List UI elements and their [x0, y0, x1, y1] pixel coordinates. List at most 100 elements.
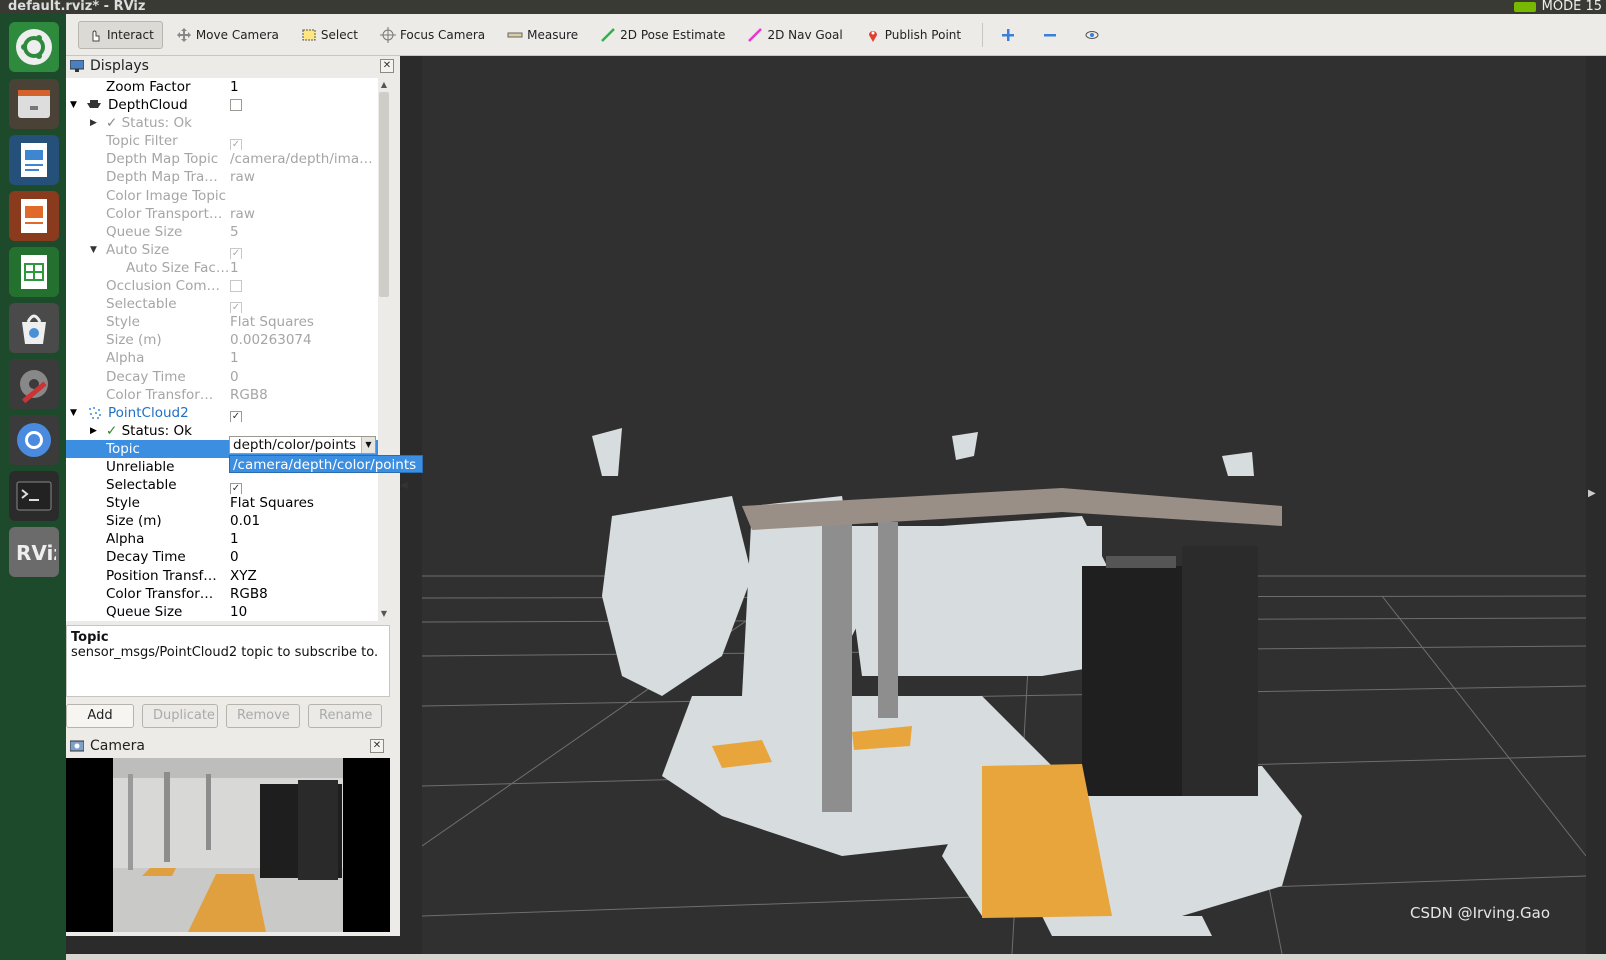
focus-camera-tool-button[interactable]: Focus Camera — [371, 21, 494, 49]
tree-row[interactable]: Color Image Topic — [66, 187, 378, 205]
close-icon[interactable]: ✕ — [380, 59, 394, 73]
tree-row[interactable]: Decay Time 0 — [66, 368, 378, 386]
displays-panel-header: Displays ✕ — [66, 56, 400, 76]
ubuntu-icon[interactable] — [9, 22, 59, 72]
depthcloud-icon — [87, 100, 101, 109]
display-buttons: Add Duplicate Remove Rename — [66, 704, 390, 732]
pink-arrow-icon — [748, 27, 763, 42]
tree-row[interactable]: Size (m) 0.01 — [66, 512, 378, 530]
tree-row[interactable]: Size (m) 0.00263074 — [66, 331, 378, 349]
selectable-checkbox[interactable]: ✓ — [230, 483, 242, 495]
tree-row[interactable]: Selectable ✓ — [66, 476, 378, 495]
tree-row[interactable]: Zoom Factor 1 — [66, 78, 378, 96]
tree-row[interactable]: Position Transf… XYZ — [66, 567, 378, 585]
collapse-left-panel-icon[interactable]: ◀ — [400, 480, 408, 491]
nvidia-icon — [1513, 1, 1536, 12]
occlusion-checkbox[interactable] — [230, 280, 242, 293]
tree-row[interactable]: Occlusion Com… — [66, 277, 378, 295]
writer-icon[interactable] — [9, 135, 59, 185]
tree-row[interactable]: Alpha 1 — [66, 530, 378, 548]
expand-right-panel-icon[interactable]: ▶ — [1588, 488, 1596, 499]
topic-combobox[interactable]: depth/color/points ▼ — [229, 436, 376, 454]
camera-image-view — [66, 758, 390, 932]
measure-tool-button[interactable]: Measure — [498, 21, 587, 49]
tree-row[interactable]: Color Transfor… RGB8 — [66, 386, 378, 404]
tree-row[interactable]: Topic Filter ✓ — [66, 132, 378, 151]
window-titlebar: default.rviz* - RViz MODE 15 — [0, 0, 1606, 14]
topic-combobox-value: depth/color/points — [233, 437, 357, 453]
topic-filter-checkbox[interactable]: ✓ — [230, 139, 242, 151]
left-dock-panel: Displays ✕ Zoom Factor 1 ▼ DepthCloud ▶ ✓ S… — [66, 56, 400, 936]
tree-row[interactable]: Depth Map Topic/camera/depth/ima… — [66, 150, 378, 168]
software-center-icon[interactable] — [9, 303, 59, 353]
tree-row-pointcloud2[interactable]: ▼ PointCloud2 ✓ — [66, 404, 378, 422]
tree-row[interactable]: Queue Size 10 — [66, 603, 378, 621]
camera-panel-header: Camera ✕ — [66, 736, 390, 756]
duplicate-button[interactable]: Duplicate — [142, 704, 218, 728]
terminal-icon[interactable] — [9, 471, 59, 521]
property-description-box: Topic sensor_msgs/PointCloud2 topic to s… — [66, 625, 390, 697]
chevron-down-icon[interactable]: ▼ — [361, 437, 375, 453]
tree-row[interactable]: Color Transport… raw — [66, 205, 378, 223]
tree-row[interactable]: ▼ Auto Size ✓ — [66, 241, 378, 259]
collapse-triangle-icon[interactable]: ▼ — [70, 404, 77, 422]
nav-goal-tool-button[interactable]: 2D Nav Goal — [738, 21, 851, 49]
publish-point-tool-button[interactable]: Publish Point — [856, 21, 970, 49]
chromium-icon[interactable] — [9, 415, 59, 465]
green-arrow-icon — [601, 27, 616, 42]
move-camera-tool-button[interactable]: Move Camera — [167, 21, 288, 49]
expand-triangle-icon[interactable]: ▶ — [90, 114, 97, 132]
watermark: CSDN @Irving.Gao — [1410, 904, 1550, 922]
rename-button[interactable]: Rename — [308, 704, 382, 728]
unity-launcher: RViz — [0, 14, 66, 960]
remove-button[interactable]: Remove — [226, 704, 300, 728]
select-tool-button[interactable]: Select — [292, 21, 367, 49]
tree-row[interactable]: Alpha 1 — [66, 349, 378, 367]
tree-row[interactable]: Selectable ✓ — [66, 295, 378, 314]
3d-render-viewport[interactable]: CSDN @Irving.Gao — [422, 56, 1586, 954]
files-icon[interactable] — [9, 79, 59, 129]
tree-row[interactable]: Auto Size Fac… 1 — [66, 259, 378, 277]
scroll-up-icon[interactable]: ▲ — [379, 80, 389, 90]
impress-icon[interactable] — [9, 191, 59, 241]
status-ok-icon: ✓ — [106, 422, 118, 439]
tree-row[interactable]: Queue Size 5 — [66, 223, 378, 241]
tree-row[interactable]: ▶ ✓ Status: Ok — [66, 114, 378, 132]
point-cloud-scene — [422, 56, 1586, 954]
select-icon — [302, 29, 316, 40]
camera-type-button[interactable] — [1075, 21, 1113, 49]
eye-icon — [1085, 30, 1099, 39]
remove-tool-button[interactable] — [1033, 21, 1071, 49]
rviz-icon[interactable]: RViz — [9, 527, 59, 577]
close-icon[interactable]: ✕ — [370, 739, 384, 753]
plus-icon — [1002, 28, 1015, 41]
tree-row-depthcloud[interactable]: ▼ DepthCloud — [66, 96, 378, 114]
expand-triangle-icon[interactable]: ▶ — [90, 422, 97, 440]
add-button[interactable]: Add — [66, 704, 134, 728]
auto-size-checkbox[interactable]: ✓ — [230, 247, 242, 259]
collapse-triangle-icon[interactable]: ▼ — [70, 96, 77, 114]
collapse-triangle-icon[interactable]: ▼ — [90, 241, 97, 259]
pointcloud2-enabled-checkbox[interactable]: ✓ — [230, 410, 242, 422]
selectable-checkbox[interactable]: ✓ — [230, 302, 242, 314]
pose-estimate-tool-button[interactable]: 2D Pose Estimate — [591, 21, 734, 49]
calc-icon[interactable] — [9, 247, 59, 297]
status-bar — [66, 954, 1606, 960]
tree-row[interactable]: Style Flat Squares — [66, 313, 378, 331]
tree-row[interactable]: Depth Map Tra… raw — [66, 168, 378, 186]
tree-row[interactable]: Color Transfor… RGB8 — [66, 585, 378, 603]
tree-row[interactable]: Decay Time 0 — [66, 548, 378, 566]
pointcloud-icon — [89, 406, 101, 419]
window-title: default.rviz* - RViz — [8, 0, 146, 14]
tree-row[interactable]: Style Flat Squares — [66, 494, 378, 512]
settings-icon[interactable] — [9, 359, 59, 409]
interact-tool-button[interactable]: Interact — [78, 20, 163, 49]
scroll-down-icon[interactable]: ▼ — [379, 609, 389, 619]
ruler-icon — [507, 32, 523, 37]
add-tool-button[interactable] — [991, 21, 1029, 49]
depthcloud-enabled-checkbox[interactable] — [230, 99, 242, 112]
displays-scrollbar[interactable]: ▲ ▼ — [378, 78, 390, 621]
scrollbar-thumb[interactable] — [379, 92, 389, 297]
topic-dropdown-option[interactable]: /camera/depth/color/points — [229, 455, 423, 473]
focus-camera-icon — [379, 26, 396, 43]
